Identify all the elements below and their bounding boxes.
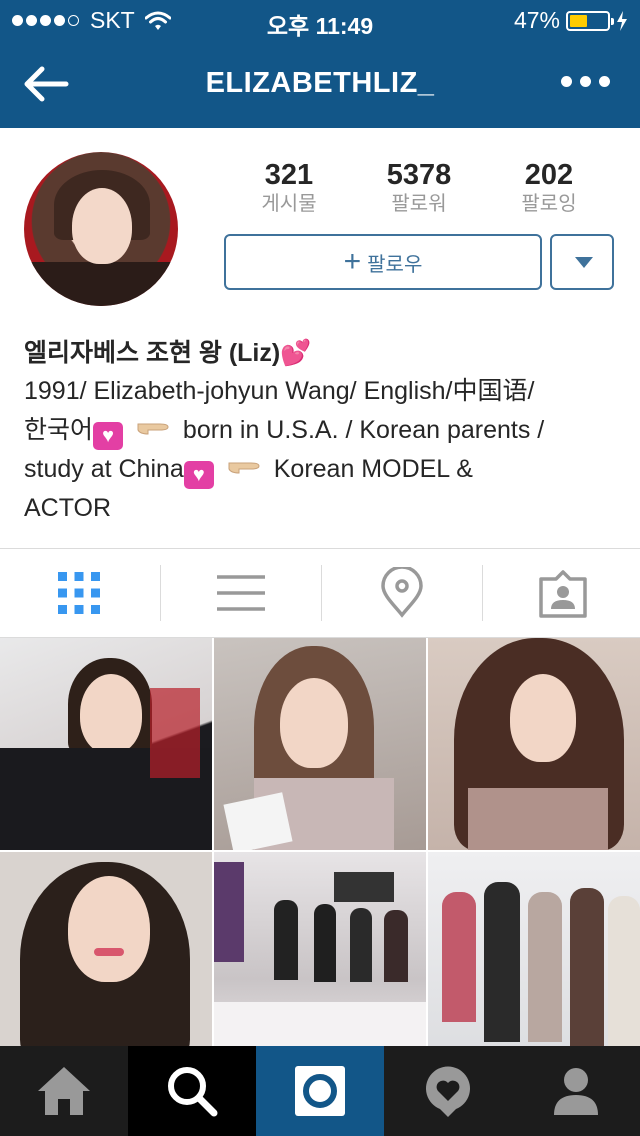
stat-followers-value: 5378 [386, 159, 452, 191]
bio-line-4: ACTOR [24, 493, 112, 522]
suggested-users-dropdown-button[interactable] [550, 234, 614, 290]
camera-icon [295, 1066, 345, 1116]
tab-grid-view[interactable] [0, 549, 160, 637]
status-right: 47% [514, 7, 628, 34]
bio-line-2-text-b: born in U.S.A. / Korean parents / [182, 415, 545, 444]
heart-box-emoji: ♥ [183, 460, 214, 489]
tab-camera[interactable] [256, 1046, 384, 1136]
profile-bio: 1991/ Elizabeth-johyun Wang/ English/中国语… [24, 372, 624, 527]
tab-list-view[interactable] [161, 549, 321, 637]
battery-icon [566, 10, 614, 31]
battery-percent: 47% [513, 7, 560, 33]
bio-line-2: 한국어 ♥ born in U.S.A. / Korean parents / [24, 411, 624, 450]
photo-grid [0, 638, 640, 1064]
stat-followers[interactable]: 5378 팔로워 [354, 158, 484, 216]
two-hearts-emoji: 💕 [280, 339, 312, 367]
pointing-hand-emoji [137, 423, 169, 435]
photo-thumbnail[interactable] [428, 638, 640, 850]
home-icon [38, 1067, 90, 1115]
plus-icon: + [343, 245, 362, 278]
status-bar: SKT 오후 11:49 47% [0, 0, 640, 40]
location-pin-icon [381, 567, 423, 618]
charging-bolt-icon [617, 10, 627, 31]
profile-stats: 321 게시물 5378 팔로워 202 팔로잉 [224, 158, 614, 218]
profile-icon [554, 1068, 598, 1115]
follow-button-label: 팔로우 [367, 253, 423, 276]
more-options-icon [561, 76, 572, 87]
tab-places-view[interactable] [322, 549, 482, 637]
bio-line-2-text-a: 한국어 [24, 415, 94, 444]
nav-bar: ELIZABETHLIZ_ [0, 40, 640, 128]
photo-thumbnail[interactable] [0, 638, 212, 850]
profile-view-tabs [0, 548, 640, 638]
profile-name-text: 엘리자베스 조현 왕 (Liz) [24, 339, 281, 367]
heart-box-emoji: ♥ [93, 421, 124, 450]
tab-profile[interactable] [512, 1046, 640, 1136]
list-icon [217, 575, 265, 611]
profile-username-title: ELIZABETHLIZ_ [205, 67, 435, 99]
bio-line-3-text-a: study at China [24, 454, 184, 483]
follow-button[interactable]: + 팔로우 [224, 234, 542, 290]
stat-following-label: 팔로잉 [521, 193, 577, 215]
pointing-hand-emoji [228, 462, 260, 474]
header: SKT 오후 11:49 47% ELIZABETHLIZ_ [0, 0, 640, 128]
photo-thumbnail[interactable] [214, 852, 426, 1064]
photo-thumbnail[interactable] [214, 638, 426, 850]
avatar[interactable] [24, 152, 178, 306]
tab-tagged-view[interactable] [483, 549, 640, 637]
tab-activity[interactable] [384, 1046, 512, 1136]
bottom-tab-bar [0, 1046, 640, 1136]
app-root: SKT 오후 11:49 47% ELIZABETHLIZ_ 321 게시물 5… [0, 0, 640, 1136]
bio-line-3: study at China ♥ Korean MODEL & [24, 450, 624, 489]
search-icon [168, 1067, 218, 1117]
stat-following[interactable]: 202 팔로잉 [484, 158, 614, 216]
activity-heart-icon [426, 1066, 470, 1117]
stat-following-value: 202 [524, 159, 574, 191]
tagged-user-icon [539, 570, 587, 618]
photo-thumbnail[interactable] [0, 852, 212, 1064]
stat-followers-label: 팔로워 [391, 193, 447, 215]
stat-posts[interactable]: 321 게시물 [224, 158, 354, 216]
profile-full-name: 엘리자베스 조현 왕 (Liz)💕 [24, 333, 311, 369]
bio-line-3-text-b: Korean MODEL & [273, 454, 473, 483]
photo-thumbnail[interactable] [428, 852, 640, 1064]
tab-search[interactable] [128, 1046, 256, 1136]
grid-icon [58, 572, 100, 614]
more-options-button[interactable] [553, 76, 610, 87]
caret-down-icon [575, 257, 593, 268]
stat-posts-value: 321 [264, 159, 314, 191]
bio-line-1: 1991/ Elizabeth-johyun Wang/ English/中国语… [24, 377, 535, 405]
tab-home[interactable] [0, 1046, 128, 1136]
stat-posts-label: 게시물 [261, 193, 317, 215]
